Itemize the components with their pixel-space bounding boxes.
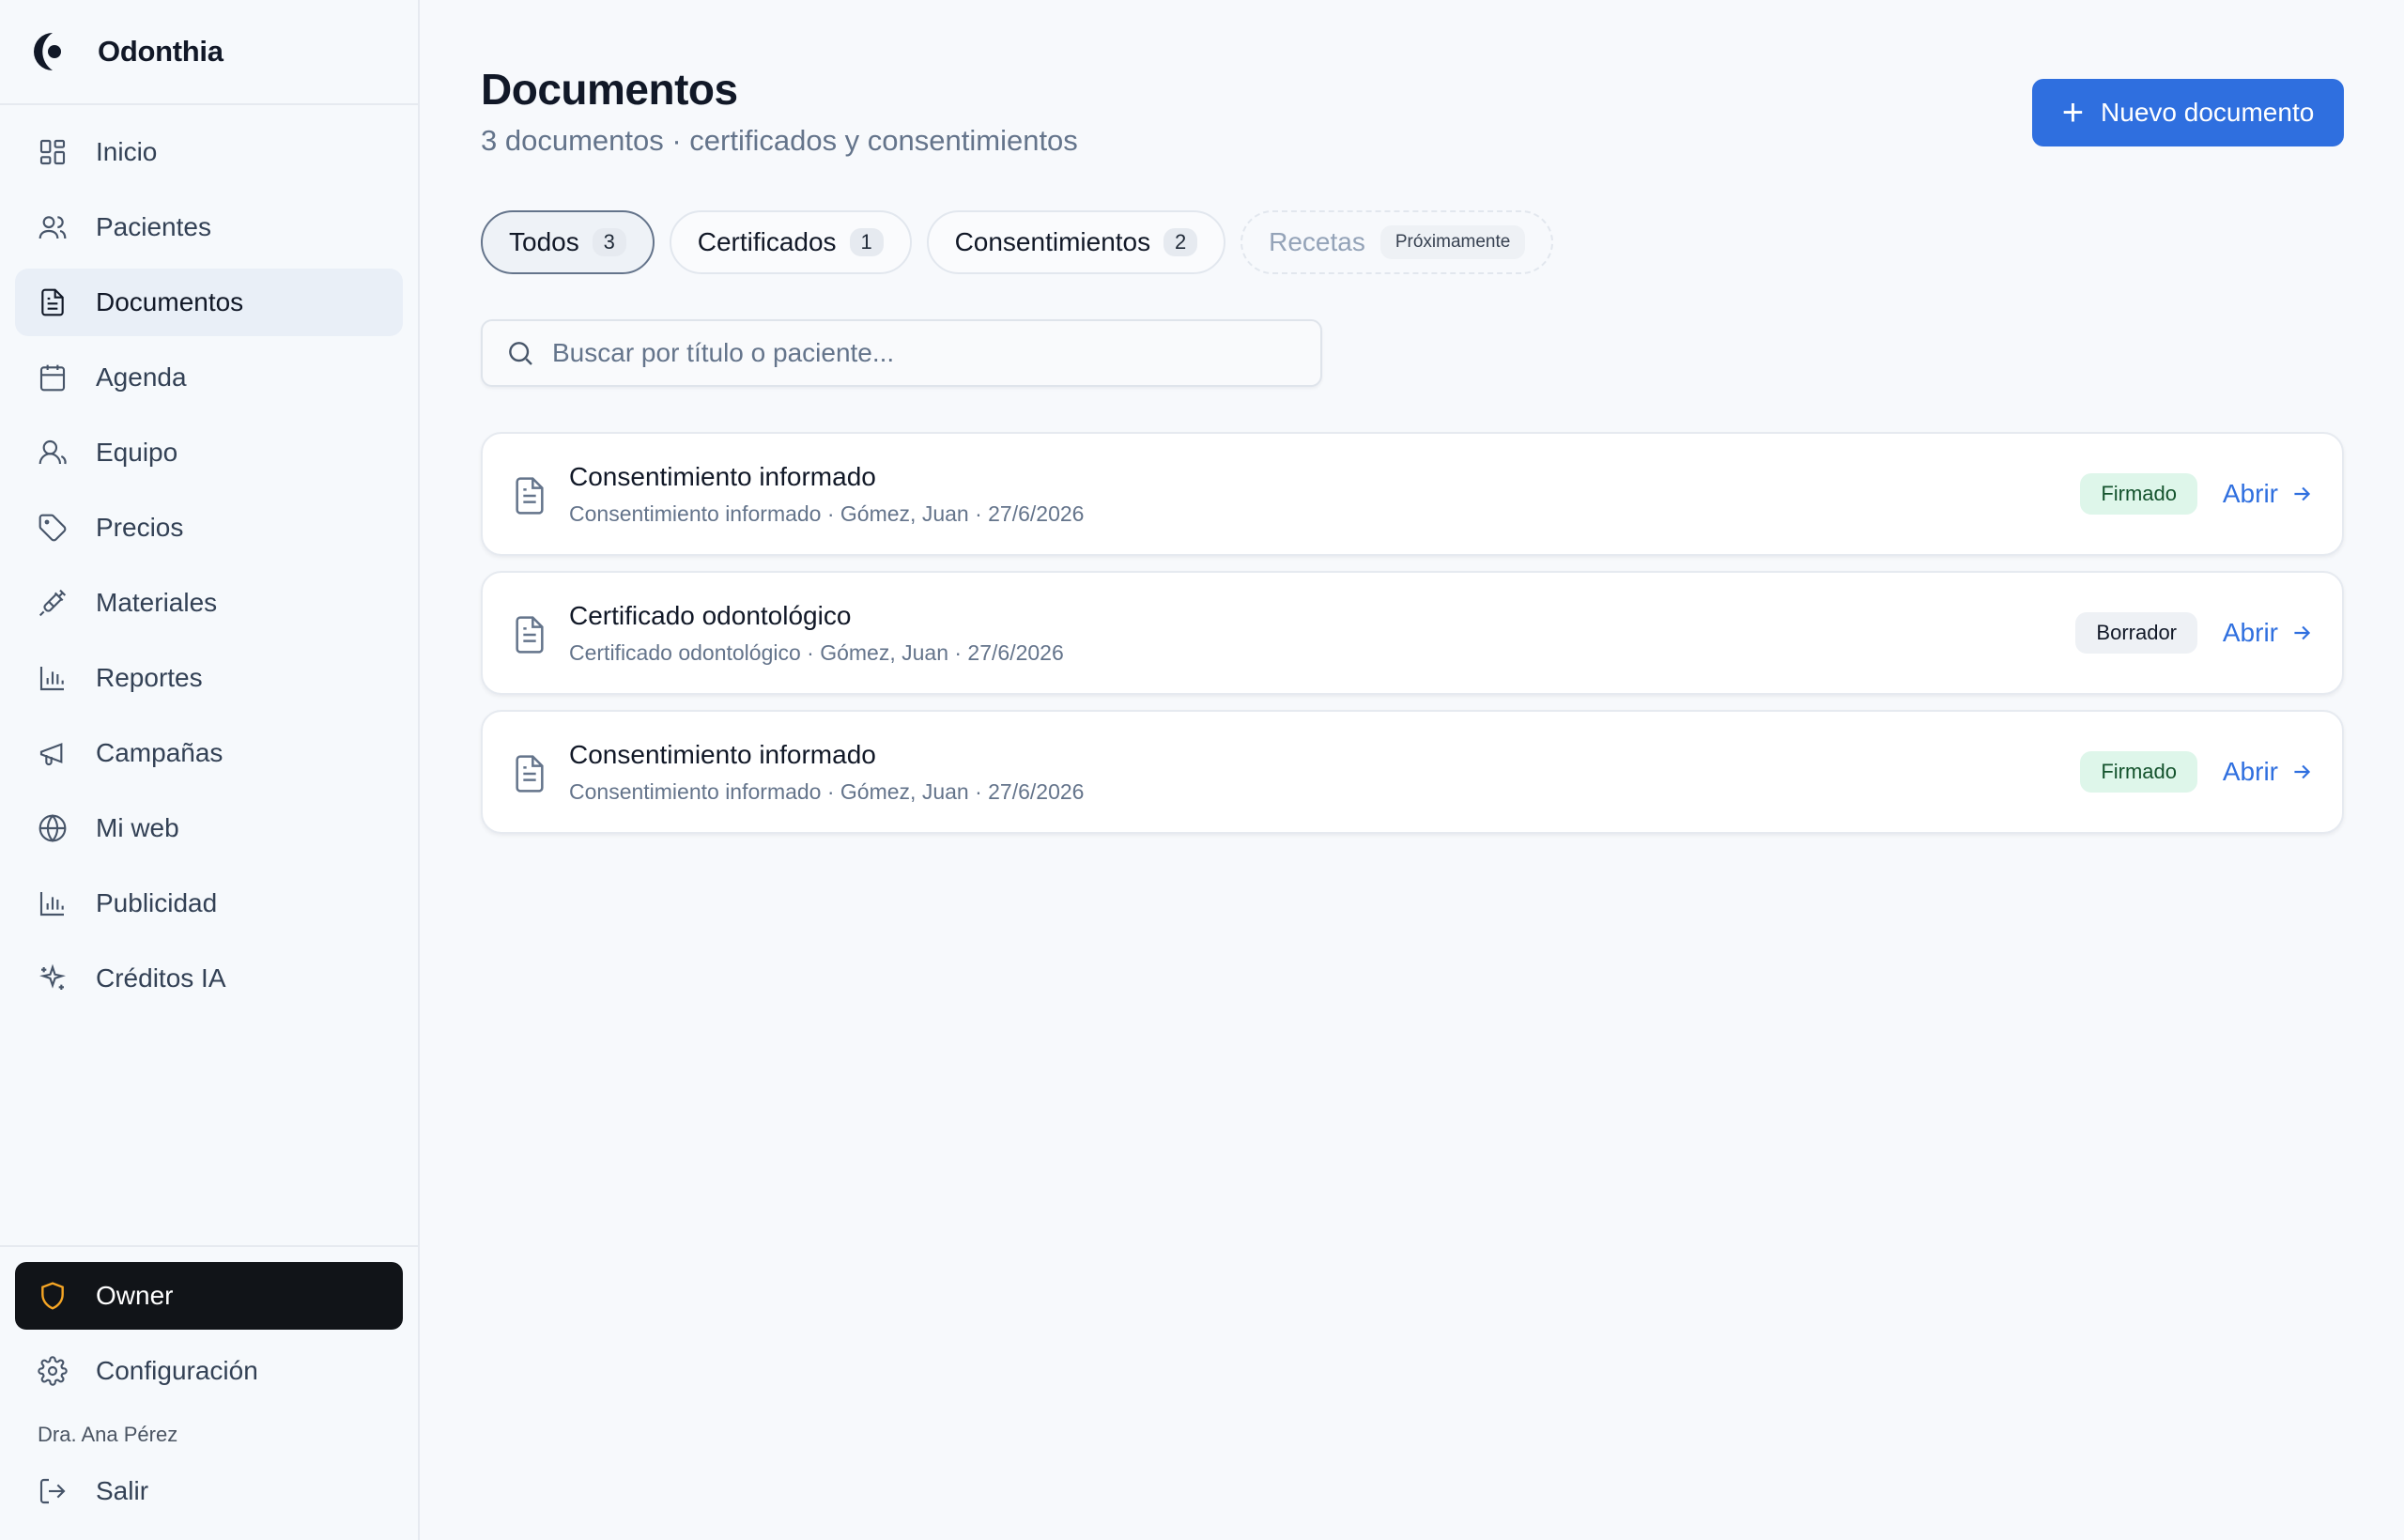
tab-label: Recetas bbox=[1269, 227, 1365, 256]
arrow-right-icon bbox=[2294, 764, 2311, 779]
document-row[interactable]: Consentimiento informado Consentimiento … bbox=[481, 710, 2344, 834]
document-meta: Consentimiento informado · Gómez, Juan ·… bbox=[569, 501, 1085, 526]
file-text-icon bbox=[38, 287, 68, 317]
brand-name: Odonthia bbox=[98, 35, 223, 68]
dashboard-grid-icon bbox=[38, 137, 68, 167]
user-group-icon bbox=[38, 438, 68, 468]
bar-chart-icon bbox=[38, 663, 68, 693]
open-document-link[interactable]: Abrir bbox=[2223, 612, 2314, 654]
status-badge: Firmado bbox=[2080, 751, 2197, 793]
coming-soon-badge: Próximamente bbox=[1379, 225, 1526, 259]
document-title: Consentimiento informado bbox=[569, 462, 876, 491]
document-meta: Certificado odontológico · Gómez, Juan ·… bbox=[569, 640, 1064, 665]
sidebar-item-label: Precios bbox=[96, 513, 184, 542]
sidebar-item-documentos[interactable]: Documentos bbox=[15, 269, 403, 336]
sidebar-item-label: Agenda bbox=[96, 362, 187, 392]
sidebar: Odonthia Inicio Pacientes Documentos Age… bbox=[0, 0, 420, 1540]
shield-icon bbox=[38, 1281, 68, 1311]
sidebar-item-equipo[interactable]: Equipo bbox=[15, 419, 403, 486]
page-subtitle: 3 documentos · certificados y consentimi… bbox=[481, 124, 1078, 157]
sidebar-item-inicio[interactable]: Inicio bbox=[15, 118, 403, 186]
arrow-right-icon bbox=[2294, 625, 2311, 640]
tab-label: Consentimientos bbox=[954, 227, 1151, 256]
sidebar-item-label: Documentos bbox=[96, 287, 244, 316]
gear-icon bbox=[38, 1356, 68, 1386]
tab-label: Todos bbox=[509, 227, 579, 256]
sidebar-item-creditos-ia[interactable]: Créditos IA bbox=[15, 945, 403, 1012]
brand[interactable]: Odonthia bbox=[0, 0, 418, 105]
tab-count: 1 bbox=[849, 228, 884, 256]
filter-tabs: Todos 3 Certificados 1 Consentimientos 2… bbox=[481, 210, 1568, 274]
document-list: Consentimiento informado Consentimiento … bbox=[481, 432, 2344, 849]
sidebar-item-materiales[interactable]: Materiales bbox=[15, 569, 403, 637]
sidebar-nav: Inicio Pacientes Documentos Agenda Equip… bbox=[0, 118, 418, 1012]
arrow-right-icon bbox=[2294, 486, 2311, 501]
role-label: Owner bbox=[96, 1281, 174, 1310]
sidebar-item-label: Inicio bbox=[96, 137, 158, 166]
globe-icon bbox=[38, 813, 68, 843]
tab-label: Certificados bbox=[697, 227, 837, 256]
sidebar-item-label: Mi web bbox=[96, 813, 179, 842]
tag-icon bbox=[38, 513, 68, 543]
sidebar-item-label: Pacientes bbox=[96, 212, 211, 241]
sidebar-item-configuracion[interactable]: Configuración bbox=[15, 1337, 403, 1405]
sidebar-item-label: Materiales bbox=[96, 588, 218, 617]
user-name: Dra. Ana Pérez bbox=[38, 1423, 178, 1446]
tab-count: 2 bbox=[1163, 228, 1198, 256]
search-icon bbox=[509, 342, 532, 365]
tab-count: 3 bbox=[592, 228, 626, 256]
file-text-icon bbox=[511, 475, 548, 516]
status-badge: Borrador bbox=[2075, 612, 2197, 654]
tab-certificados[interactable]: Certificados 1 bbox=[669, 210, 912, 274]
sidebar-item-pacientes[interactable]: Pacientes bbox=[15, 193, 403, 261]
tab-recetas: Recetas Próximamente bbox=[1241, 210, 1554, 274]
search-box bbox=[481, 319, 1322, 387]
open-document-link[interactable]: Abrir bbox=[2223, 473, 2314, 515]
sidebar-item-label: Reportes bbox=[96, 663, 203, 692]
tab-consentimientos[interactable]: Consentimientos 2 bbox=[926, 210, 1226, 274]
syringe-icon bbox=[38, 588, 68, 618]
new-document-button[interactable]: + Nuevo documento bbox=[2032, 79, 2344, 146]
sidebar-item-label: Publicidad bbox=[96, 888, 218, 917]
sidebar-item-precios[interactable]: Precios bbox=[15, 494, 403, 562]
sparkles-icon bbox=[38, 963, 68, 993]
bar-chart-icon bbox=[38, 888, 68, 918]
plus-icon: + bbox=[2061, 92, 2085, 133]
open-label: Abrir bbox=[2222, 618, 2278, 647]
document-row[interactable]: Consentimiento informado Consentimiento … bbox=[481, 432, 2344, 556]
file-text-icon bbox=[511, 614, 548, 655]
search-input[interactable] bbox=[552, 338, 1303, 368]
open-label: Abrir bbox=[2222, 757, 2278, 786]
sidebar-item-label: Equipo bbox=[96, 438, 178, 467]
sidebar-item-publicidad[interactable]: Publicidad bbox=[15, 870, 403, 937]
sidebar-item-label: Campañas bbox=[96, 738, 223, 767]
sidebar-item-label: Configuración bbox=[96, 1356, 258, 1385]
document-meta: Consentimiento informado · Gómez, Juan ·… bbox=[569, 779, 1085, 804]
document-title: Consentimiento informado bbox=[569, 740, 876, 769]
sidebar-footer: Owner Configuración Dra. Ana Pérez Salir bbox=[0, 1245, 418, 1532]
role-owner-button[interactable]: Owner bbox=[15, 1262, 403, 1330]
document-title: Certificado odontológico bbox=[569, 601, 852, 630]
status-badge: Firmado bbox=[2080, 473, 2197, 515]
document-row[interactable]: Certificado odontológico Certificado odo… bbox=[481, 571, 2344, 695]
logout-icon bbox=[38, 1476, 68, 1506]
sidebar-item-label: Créditos IA bbox=[96, 963, 226, 993]
open-label: Abrir bbox=[2222, 479, 2278, 508]
file-text-icon bbox=[511, 753, 548, 794]
open-document-link[interactable]: Abrir bbox=[2223, 751, 2314, 793]
crescent-logo-icon bbox=[34, 33, 61, 70]
page-title: Documentos bbox=[481, 65, 738, 114]
logout-label: Salir bbox=[96, 1476, 149, 1505]
new-document-label: Nuevo documento bbox=[2101, 98, 2315, 127]
sidebar-item-reportes[interactable]: Reportes bbox=[15, 644, 403, 712]
logout-button[interactable]: Salir bbox=[15, 1457, 403, 1525]
sidebar-item-agenda[interactable]: Agenda bbox=[15, 344, 403, 411]
sidebar-item-campanas[interactable]: Campañas bbox=[15, 719, 403, 787]
sidebar-item-mi-web[interactable]: Mi web bbox=[15, 794, 403, 862]
users-icon bbox=[38, 212, 68, 242]
calendar-icon bbox=[38, 362, 68, 393]
megaphone-icon bbox=[38, 738, 68, 768]
tab-todos[interactable]: Todos 3 bbox=[481, 210, 655, 274]
